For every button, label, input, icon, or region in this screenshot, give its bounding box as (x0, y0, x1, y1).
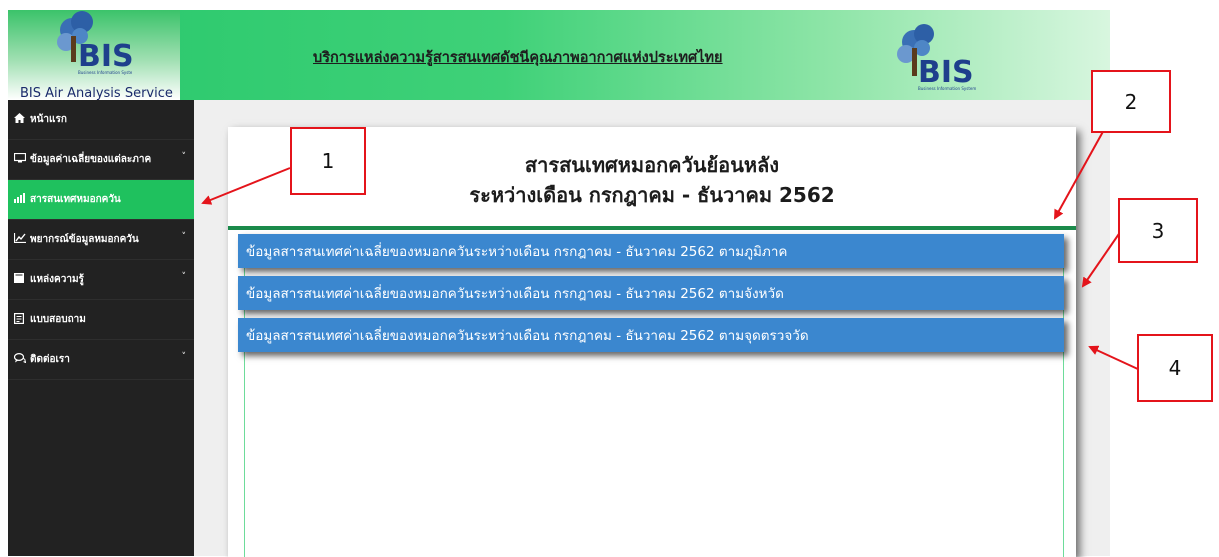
sidebar-item-home[interactable]: หน้าแรก (8, 100, 194, 140)
link-by-station[interactable]: ข้อมูลสารสนเทศค่าเฉลี่ยของหมอกควันระหว่า… (238, 318, 1064, 352)
header: BIS Business Information System BIS Air … (8, 10, 1110, 101)
link-by-province[interactable]: ข้อมูลสารสนเทศค่าเฉลี่ยของหมอกควันระหว่า… (238, 276, 1064, 310)
desktop-icon (13, 152, 28, 166)
sidebar-item-contact[interactable]: ติดต่อเรา ˅ (8, 340, 194, 380)
callout-3: 3 (1118, 198, 1198, 263)
svg-text:Business Information System: Business Information System (918, 86, 976, 91)
svg-text:BIS: BIS (918, 55, 974, 90)
bis-logo-right: BIS Business Information System (888, 24, 988, 94)
app-window: BIS Business Information System BIS Air … (0, 0, 1219, 557)
callout-1: 1 (290, 127, 366, 195)
site-title[interactable]: บริการแหล่งความรู้สารสนเทศดัชนีคุณภาพอาก… (313, 46, 723, 69)
chevron-down-icon: ˅ (181, 232, 187, 242)
sidebar-item-label: พยากรณ์ข้อมูลหมอกควัน (30, 234, 139, 245)
sidebar-item-label: ติดต่อเรา (30, 354, 70, 365)
sidebar-item-label: ข้อมูลค่าเฉลี่ยของแต่ละภาค (30, 154, 152, 165)
book-icon (14, 273, 28, 286)
line-chart-icon (13, 233, 28, 246)
chat-icon (13, 352, 28, 366)
link-by-region[interactable]: ข้อมูลสารสนเทศค่าเฉลี่ยของหมอกควันระหว่า… (238, 234, 1064, 268)
sidebar-item-smog-info[interactable]: สารสนเทศหมอกควัน (8, 180, 194, 220)
app-name: BIS Air Analysis Service (20, 86, 173, 101)
sidebar-item-label: สารสนเทศหมอกควัน (30, 194, 121, 205)
home-icon (14, 113, 28, 126)
sidebar-item-label: หน้าแรก (30, 114, 67, 125)
sidebar-item-label: แหล่งความรู้ (30, 274, 84, 285)
form-icon (14, 312, 28, 327)
sidebar-item-label: แบบสอบถาม (30, 314, 86, 325)
callout-2: 2 (1091, 70, 1171, 133)
chevron-down-icon: ˅ (181, 152, 187, 162)
svg-text:BIS: BIS (78, 39, 132, 74)
bis-logo[interactable]: BIS Business Information System (50, 10, 132, 84)
sidebar-item-survey[interactable]: แบบสอบถาม (8, 300, 194, 340)
sidebar-item-knowledge[interactable]: แหล่งความรู้ ˅ (8, 260, 194, 300)
sidebar-item-forecast[interactable]: พยากรณ์ข้อมูลหมอกควัน ˅ (8, 220, 194, 260)
chevron-down-icon: ˅ (181, 272, 187, 282)
sidebar-item-regional-averages[interactable]: ข้อมูลค่าเฉลี่ยของแต่ละภาค ˅ (8, 140, 194, 180)
callout-4: 4 (1137, 334, 1213, 402)
sidebar: หน้าแรก ข้อมูลค่าเฉลี่ยของแต่ละภาค ˅ สาร… (8, 100, 194, 556)
heading-divider (228, 226, 1076, 230)
chevron-down-icon: ˅ (181, 352, 187, 362)
bar-chart-icon (14, 193, 28, 206)
svg-text:Business Information System: Business Information System (78, 70, 132, 75)
logo-box: BIS Business Information System BIS Air … (8, 10, 180, 101)
